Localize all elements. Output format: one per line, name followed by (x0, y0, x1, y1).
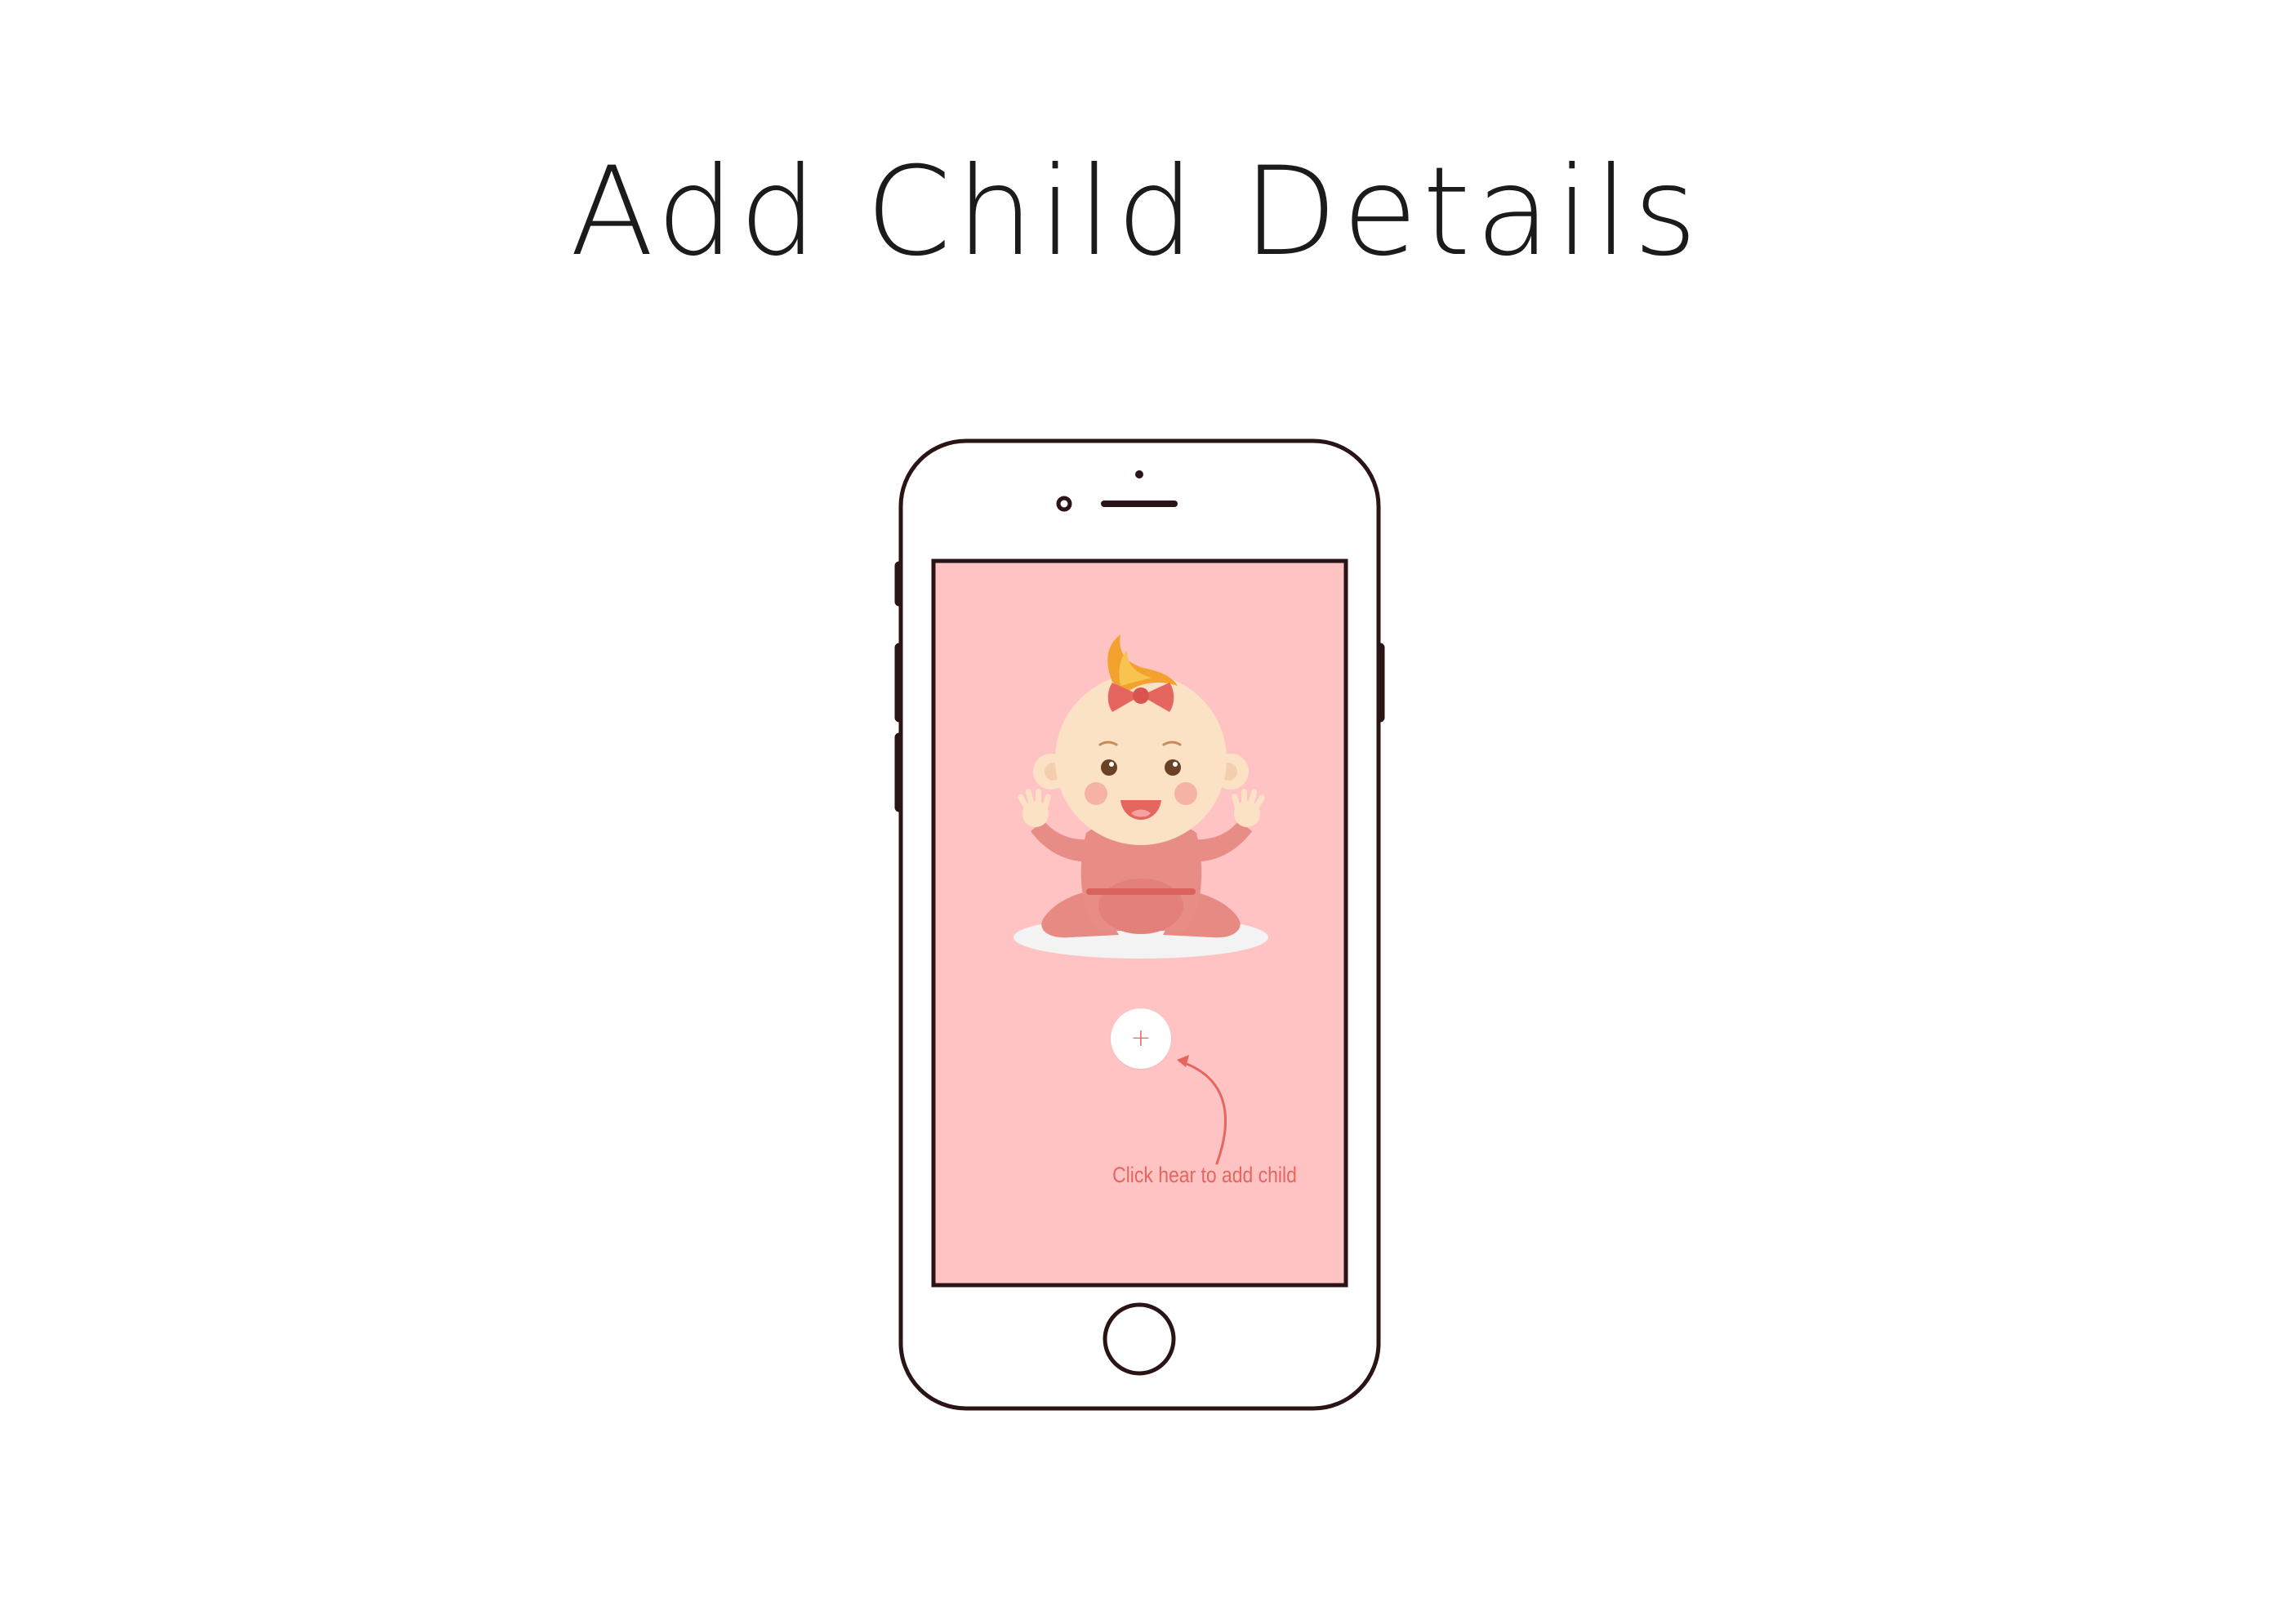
earpiece-speaker (1101, 501, 1178, 507)
front-sensor-dot (1135, 470, 1143, 478)
right-cheek (1174, 782, 1197, 805)
left-cheek (1085, 782, 1107, 805)
left-eye (1101, 759, 1117, 776)
left-eye-shine (1109, 762, 1114, 767)
home-button[interactable] (1103, 1302, 1176, 1376)
right-eye-shine (1173, 762, 1178, 767)
waist-band (1086, 888, 1196, 895)
right-eye (1165, 759, 1181, 776)
baby-belly (1098, 879, 1183, 934)
add-child-hint-text: Click hear to add child (1112, 1163, 1297, 1187)
plus-icon: + (1130, 1024, 1152, 1052)
phone-mockup (894, 438, 1385, 1411)
front-camera-icon (1056, 496, 1072, 512)
add-child-button[interactable]: + (1111, 1008, 1171, 1069)
